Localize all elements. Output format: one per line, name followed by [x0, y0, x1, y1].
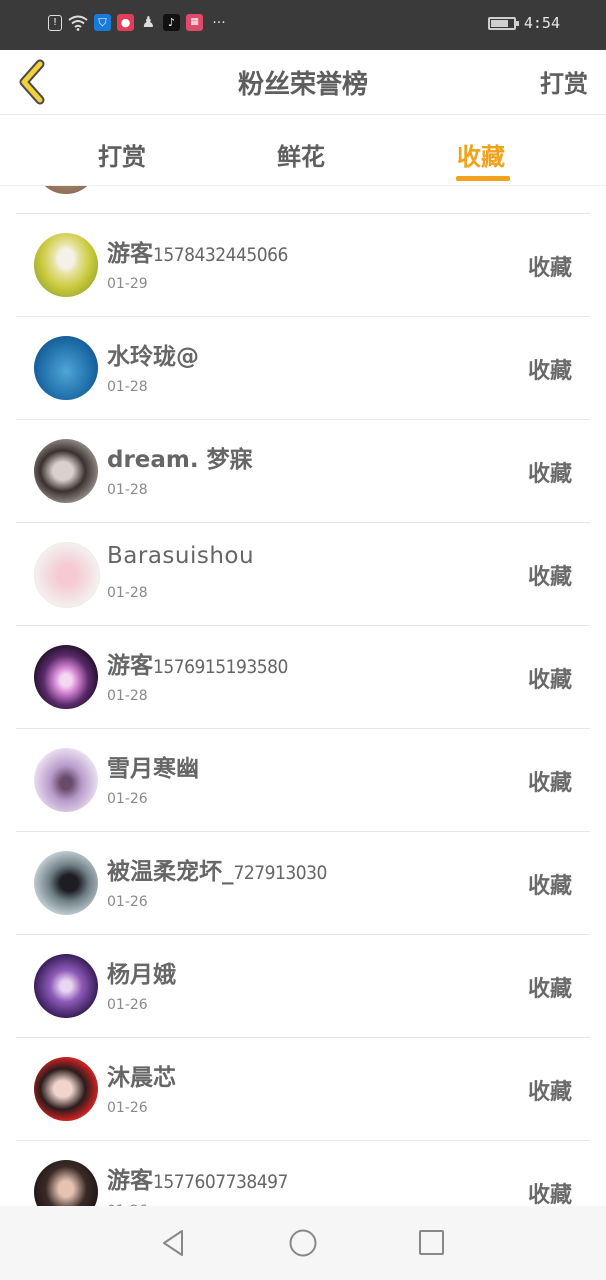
favorite-label: 收藏 — [527, 668, 572, 693]
item-date: 01-28 — [107, 688, 148, 704]
item-date: 01-26 — [107, 791, 148, 807]
favorite-label: 收藏 — [527, 1183, 572, 1206]
item-name: 水玲珑@ — [107, 344, 199, 370]
triangle-back-icon — [163, 1230, 183, 1256]
item-name: 杨月娥 — [107, 962, 176, 988]
list-item[interactable]: 游客1578432445066 01-29 收藏 — [16, 214, 590, 317]
tab-favorites[interactable]: 收藏 — [457, 137, 505, 172]
item-name: 游客1576915193580 — [107, 653, 288, 679]
favorite-label: 收藏 — [527, 359, 572, 384]
avatar — [34, 851, 98, 915]
item-name: dream. 梦寐 — [107, 447, 253, 473]
item-date: 01-28 — [107, 379, 148, 395]
red-app-icon: ● — [117, 14, 134, 31]
system-nav-bar — [0, 1206, 606, 1280]
item-name: Barasuishou — [107, 543, 255, 569]
avatar — [34, 748, 98, 812]
avatar — [34, 439, 98, 503]
status-right: 4:54 — [487, 14, 560, 32]
qq-icon: ♟ — [141, 13, 156, 31]
favorite-label: 收藏 — [527, 565, 572, 590]
list-item[interactable]: Barasuishou 01-28 收藏 — [16, 523, 590, 626]
item-name: 被温柔宠坏_727913030 — [107, 859, 327, 885]
item-date: 01-28 — [107, 482, 148, 498]
favorite-label: 收藏 — [527, 1080, 572, 1105]
item-name: 游客1578432445066 — [107, 241, 288, 267]
tab-bar: 打赏 鲜花 收藏 — [0, 115, 606, 186]
nav-back-button[interactable] — [158, 1228, 188, 1258]
square-recents-icon — [419, 1230, 444, 1255]
avatar — [34, 233, 98, 297]
list-item[interactable]: dream. 梦寐 01-28 收藏 — [16, 420, 590, 523]
battery-icon — [487, 16, 519, 30]
item-date: 01-26 — [107, 1100, 148, 1116]
list-item[interactable]: 杨月娥 01-26 收藏 — [16, 935, 590, 1038]
avatar — [34, 542, 100, 608]
nav-recents-button[interactable] — [417, 1228, 447, 1258]
nav-home-button[interactable] — [288, 1228, 318, 1258]
favorite-label: 收藏 — [527, 874, 572, 899]
favorite-label: 收藏 — [527, 256, 572, 281]
item-name: 沐晨芯 — [107, 1065, 176, 1091]
favorite-label: 收藏 — [527, 977, 572, 1002]
shield-app-icon: ⛉ — [94, 14, 111, 31]
active-tab-indicator — [456, 176, 510, 181]
favorite-label: 收藏 — [527, 462, 572, 487]
avatar — [34, 1160, 98, 1206]
avatar — [34, 954, 98, 1018]
list-item[interactable]: 沐晨芯 01-26 收藏 — [16, 1038, 590, 1141]
avatar — [34, 1057, 98, 1121]
more-icon: ··· — [212, 14, 226, 31]
fan-list: 01-29 游客1578432445066 01-29 收藏 水玲珑@ 01-2… — [0, 186, 606, 1206]
favorite-label: 收藏 — [527, 771, 572, 796]
list-item[interactable]: 游客1576915193580 01-28 收藏 — [16, 626, 590, 729]
tab-flowers[interactable]: 鲜花 — [277, 137, 325, 172]
circle-home-icon — [289, 1229, 317, 1257]
status-time: 4:54 — [523, 14, 560, 32]
avatar — [34, 186, 98, 194]
tiktok-icon: ♪ — [163, 14, 180, 31]
reward-header-button[interactable]: 打赏 — [540, 64, 588, 99]
list-item[interactable]: 被温柔宠坏_727913030 01-26 收藏 — [16, 832, 590, 935]
top-bar: 粉丝荣誉榜 打赏 — [0, 50, 606, 115]
calendar-app-icon: ▦ — [186, 14, 203, 31]
item-date: 01-26 — [107, 997, 148, 1013]
item-date: 01-29 — [107, 186, 148, 189]
wifi-icon — [68, 14, 88, 31]
item-date: 01-29 — [107, 276, 148, 292]
list-item[interactable]: 01-29 — [16, 186, 590, 214]
status-bar: ! ⛉ ● ♟ ♪ ▦ ··· 4:54 — [0, 0, 606, 50]
status-icons: ! ⛉ ● ♟ ♪ ▦ ··· — [48, 14, 229, 31]
item-date: 01-28 — [107, 585, 148, 601]
item-name: 雪月寒幽 — [107, 756, 199, 782]
avatar — [34, 336, 98, 400]
item-date: 01-26 — [107, 894, 148, 910]
page-title: 粉丝荣誉榜 — [237, 70, 368, 100]
alert-icon: ! — [48, 14, 62, 31]
tab-reward[interactable]: 打赏 — [98, 137, 146, 172]
item-name: 游客1577607738497 — [107, 1168, 288, 1194]
list-item[interactable]: 雪月寒幽 01-26 收藏 — [16, 729, 590, 832]
avatar — [34, 645, 98, 709]
list-item[interactable]: 游客1577607738497 01-26 收藏 — [16, 1141, 590, 1206]
list-item[interactable]: 水玲珑@ 01-28 收藏 — [16, 317, 590, 420]
